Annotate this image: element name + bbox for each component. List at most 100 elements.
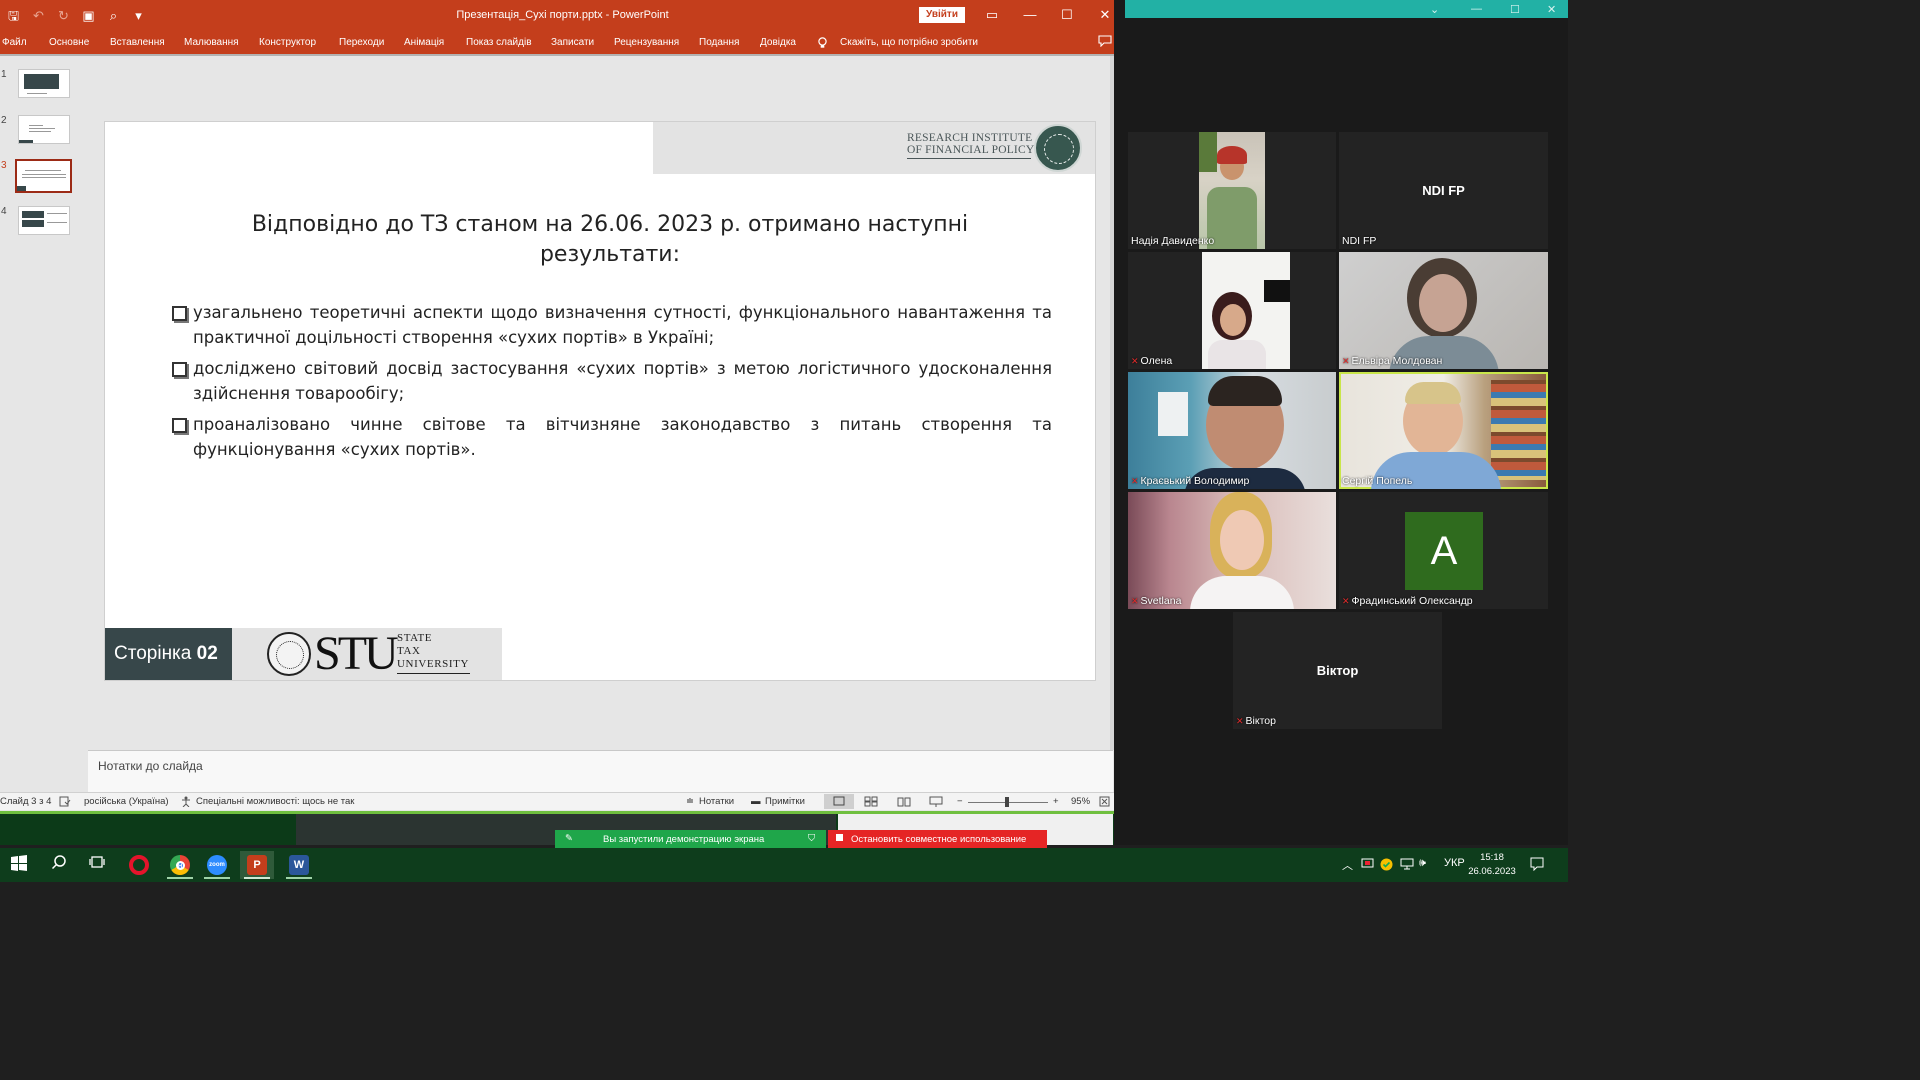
participant-tile[interactable]: ✕ Ельвіра Молдован: [1339, 252, 1548, 369]
notes-pane[interactable]: Нотатки до слайда: [88, 750, 1113, 792]
thumbnail-number: 1: [1, 69, 7, 80]
taskbar-chrome[interactable]: H: [163, 851, 197, 879]
stu-seal-icon: [267, 632, 311, 676]
participant-tile-active-speaker[interactable]: Сергій Попель: [1339, 372, 1548, 489]
participant-tile[interactable]: ✕ Олена: [1128, 252, 1336, 369]
tell-me-search[interactable]: Скажіть, що потрібно зробити: [840, 37, 978, 48]
collapse-icon[interactable]: ⌄: [1430, 3, 1439, 16]
participant-video: [1202, 252, 1290, 369]
thumbnail-number: 3: [1, 160, 7, 171]
windows-start-icon[interactable]: [6, 854, 32, 876]
word-icon: W: [289, 855, 309, 875]
participant-name: ✕ Фрадинський Олександр: [1342, 595, 1473, 607]
taskbar-opera[interactable]: [122, 851, 156, 879]
slide-thumbnail-3[interactable]: [15, 159, 72, 193]
thumbnail-number: 4: [1, 206, 7, 217]
zoom-out-button[interactable]: −: [957, 796, 963, 807]
participant-tile[interactable]: NDI FP NDI FP: [1339, 132, 1548, 249]
comments-toggle-button[interactable]: Примітки: [765, 796, 805, 807]
participant-name: ✕ Svetlana: [1131, 595, 1182, 607]
volume-icon[interactable]: 🕪: [1419, 857, 1426, 870]
tab-file[interactable]: Файл: [2, 37, 27, 48]
taskbar-word[interactable]: W: [282, 851, 316, 879]
fit-slide-icon[interactable]: [1099, 796, 1110, 810]
taskbar-clock[interactable]: 15:18 26.06.2023: [1466, 851, 1518, 879]
zoom-level[interactable]: 95%: [1071, 796, 1090, 807]
participant-tile[interactable]: Віктор ✕ Віктор: [1233, 612, 1442, 729]
windows-taskbar: H zoom P W ︿ 🕪 УКР 15:18 26.06.2023: [0, 848, 1568, 882]
desktop: 🖫 ↶ ↻ ▣ ⌕ ▾ Презентація_Сухі порти.pptx …: [0, 0, 1568, 882]
tab-draw[interactable]: Малювання: [184, 37, 239, 48]
participant-tile[interactable]: A ✕ Фрадинський Олександр: [1339, 492, 1548, 609]
tray-norton-icon[interactable]: [1380, 858, 1393, 874]
stop-share-button[interactable]: Остановить совместное использование: [828, 830, 1047, 848]
participant-tile[interactable]: ✕ Svetlana: [1128, 492, 1336, 609]
clock-time: 15:18: [1480, 852, 1504, 863]
slide-thumbnail-2[interactable]: [18, 115, 70, 144]
opera-icon: [129, 855, 149, 875]
tab-insert[interactable]: Вставлення: [110, 37, 165, 48]
tab-transitions[interactable]: Переходи: [339, 37, 384, 48]
reading-view-icon[interactable]: [897, 796, 911, 810]
slide-header-band: RESEARCH INSTITUTE OF FINANCIAL POLICY: [653, 122, 1095, 174]
zoom-minimize-button[interactable]: —: [1471, 3, 1482, 15]
share-banner-text: Вы запустили демонстрацию экрана: [603, 834, 765, 845]
muted-mic-icon: ✕: [1342, 356, 1350, 366]
accessibility-icon[interactable]: [180, 796, 192, 810]
thumbnail-number: 2: [1, 115, 7, 126]
tab-design[interactable]: Конструктор: [259, 37, 316, 48]
screen-share-banner[interactable]: ✎ Вы запустили демонстрацию экрана ⛉: [555, 830, 826, 848]
tab-review[interactable]: Рецензування: [614, 37, 679, 48]
participant-label: Віктор: [1316, 663, 1359, 678]
slideshow-view-icon[interactable]: [929, 796, 943, 810]
zoom-maximize-button[interactable]: ☐: [1510, 3, 1520, 16]
participant-tile[interactable]: Надія Давиденко: [1128, 132, 1336, 249]
stop-share-label: Остановить совместное использование: [851, 834, 1027, 845]
muted-mic-icon: ✕: [1342, 596, 1350, 606]
lightbulb-icon: [817, 37, 828, 52]
accessibility-status[interactable]: Спеціальні можливості: щось не так: [196, 796, 354, 807]
tray-app-icon[interactable]: [1361, 858, 1374, 873]
tab-animations[interactable]: Анімація: [404, 37, 444, 48]
language-indicator[interactable]: російська (Україна): [84, 796, 169, 807]
slide-sorter-view-icon[interactable]: [864, 796, 878, 810]
zoom-window-topbar: ⌄ — ☐ ✕: [1125, 0, 1568, 18]
muted-mic-icon: ✕: [1131, 476, 1139, 486]
slide-title: Відповідно до ТЗ станом на 26.06. 2023 р…: [251, 212, 969, 267]
normal-view-button[interactable]: [824, 794, 854, 809]
taskbar-zoom[interactable]: zoom: [200, 851, 234, 879]
search-icon[interactable]: [46, 854, 72, 876]
notes-toggle-button[interactable]: Нотатки: [699, 796, 734, 807]
muted-mic-icon: ✕: [1236, 716, 1244, 726]
tab-help[interactable]: Довідка: [760, 37, 796, 48]
zoom-slider-handle[interactable]: [1005, 797, 1009, 807]
maximize-button[interactable]: ☐: [1049, 0, 1085, 32]
slide-thumbnail-1[interactable]: [18, 69, 70, 98]
current-slide[interactable]: RESEARCH INSTITUTE OF FINANCIAL POLICY В…: [105, 122, 1095, 680]
tray-network-icon[interactable]: [1400, 858, 1414, 873]
tab-slideshow[interactable]: Показ слайдів: [466, 37, 532, 48]
comments-icon[interactable]: [1098, 35, 1112, 50]
powerpoint-icon: P: [247, 855, 267, 875]
notes-toggle-icon[interactable]: ≐: [686, 796, 694, 807]
share-drag-handle-icon[interactable]: ✎: [565, 833, 573, 844]
input-language[interactable]: УКР: [1444, 857, 1465, 869]
ribbon-display-options-icon[interactable]: ▭: [974, 0, 1010, 32]
participant-tile[interactable]: ✕ Краєвький Володимир: [1128, 372, 1336, 489]
taskbar-powerpoint[interactable]: P: [240, 851, 274, 879]
tab-view[interactable]: Подання: [699, 37, 739, 48]
minimize-button[interactable]: —: [1012, 0, 1048, 32]
stop-square-icon: [836, 834, 843, 841]
slide-thumbnail-4[interactable]: [18, 206, 70, 235]
tab-record[interactable]: Записати: [551, 37, 594, 48]
comments-toggle-icon[interactable]: ▬: [751, 796, 761, 807]
tab-home[interactable]: Основне: [49, 37, 89, 48]
sign-in-button[interactable]: Увійти: [919, 7, 965, 23]
status-bar: Слайд 3 з 4 російська (Україна) Спеціаль…: [0, 792, 1125, 810]
spellcheck-icon[interactable]: [59, 796, 71, 810]
task-view-icon[interactable]: [84, 854, 110, 876]
zoom-in-button[interactable]: +: [1053, 796, 1059, 807]
notifications-icon[interactable]: [1530, 857, 1544, 874]
tray-overflow-icon[interactable]: ︿: [1342, 857, 1353, 873]
zoom-close-button[interactable]: ✕: [1547, 3, 1556, 16]
